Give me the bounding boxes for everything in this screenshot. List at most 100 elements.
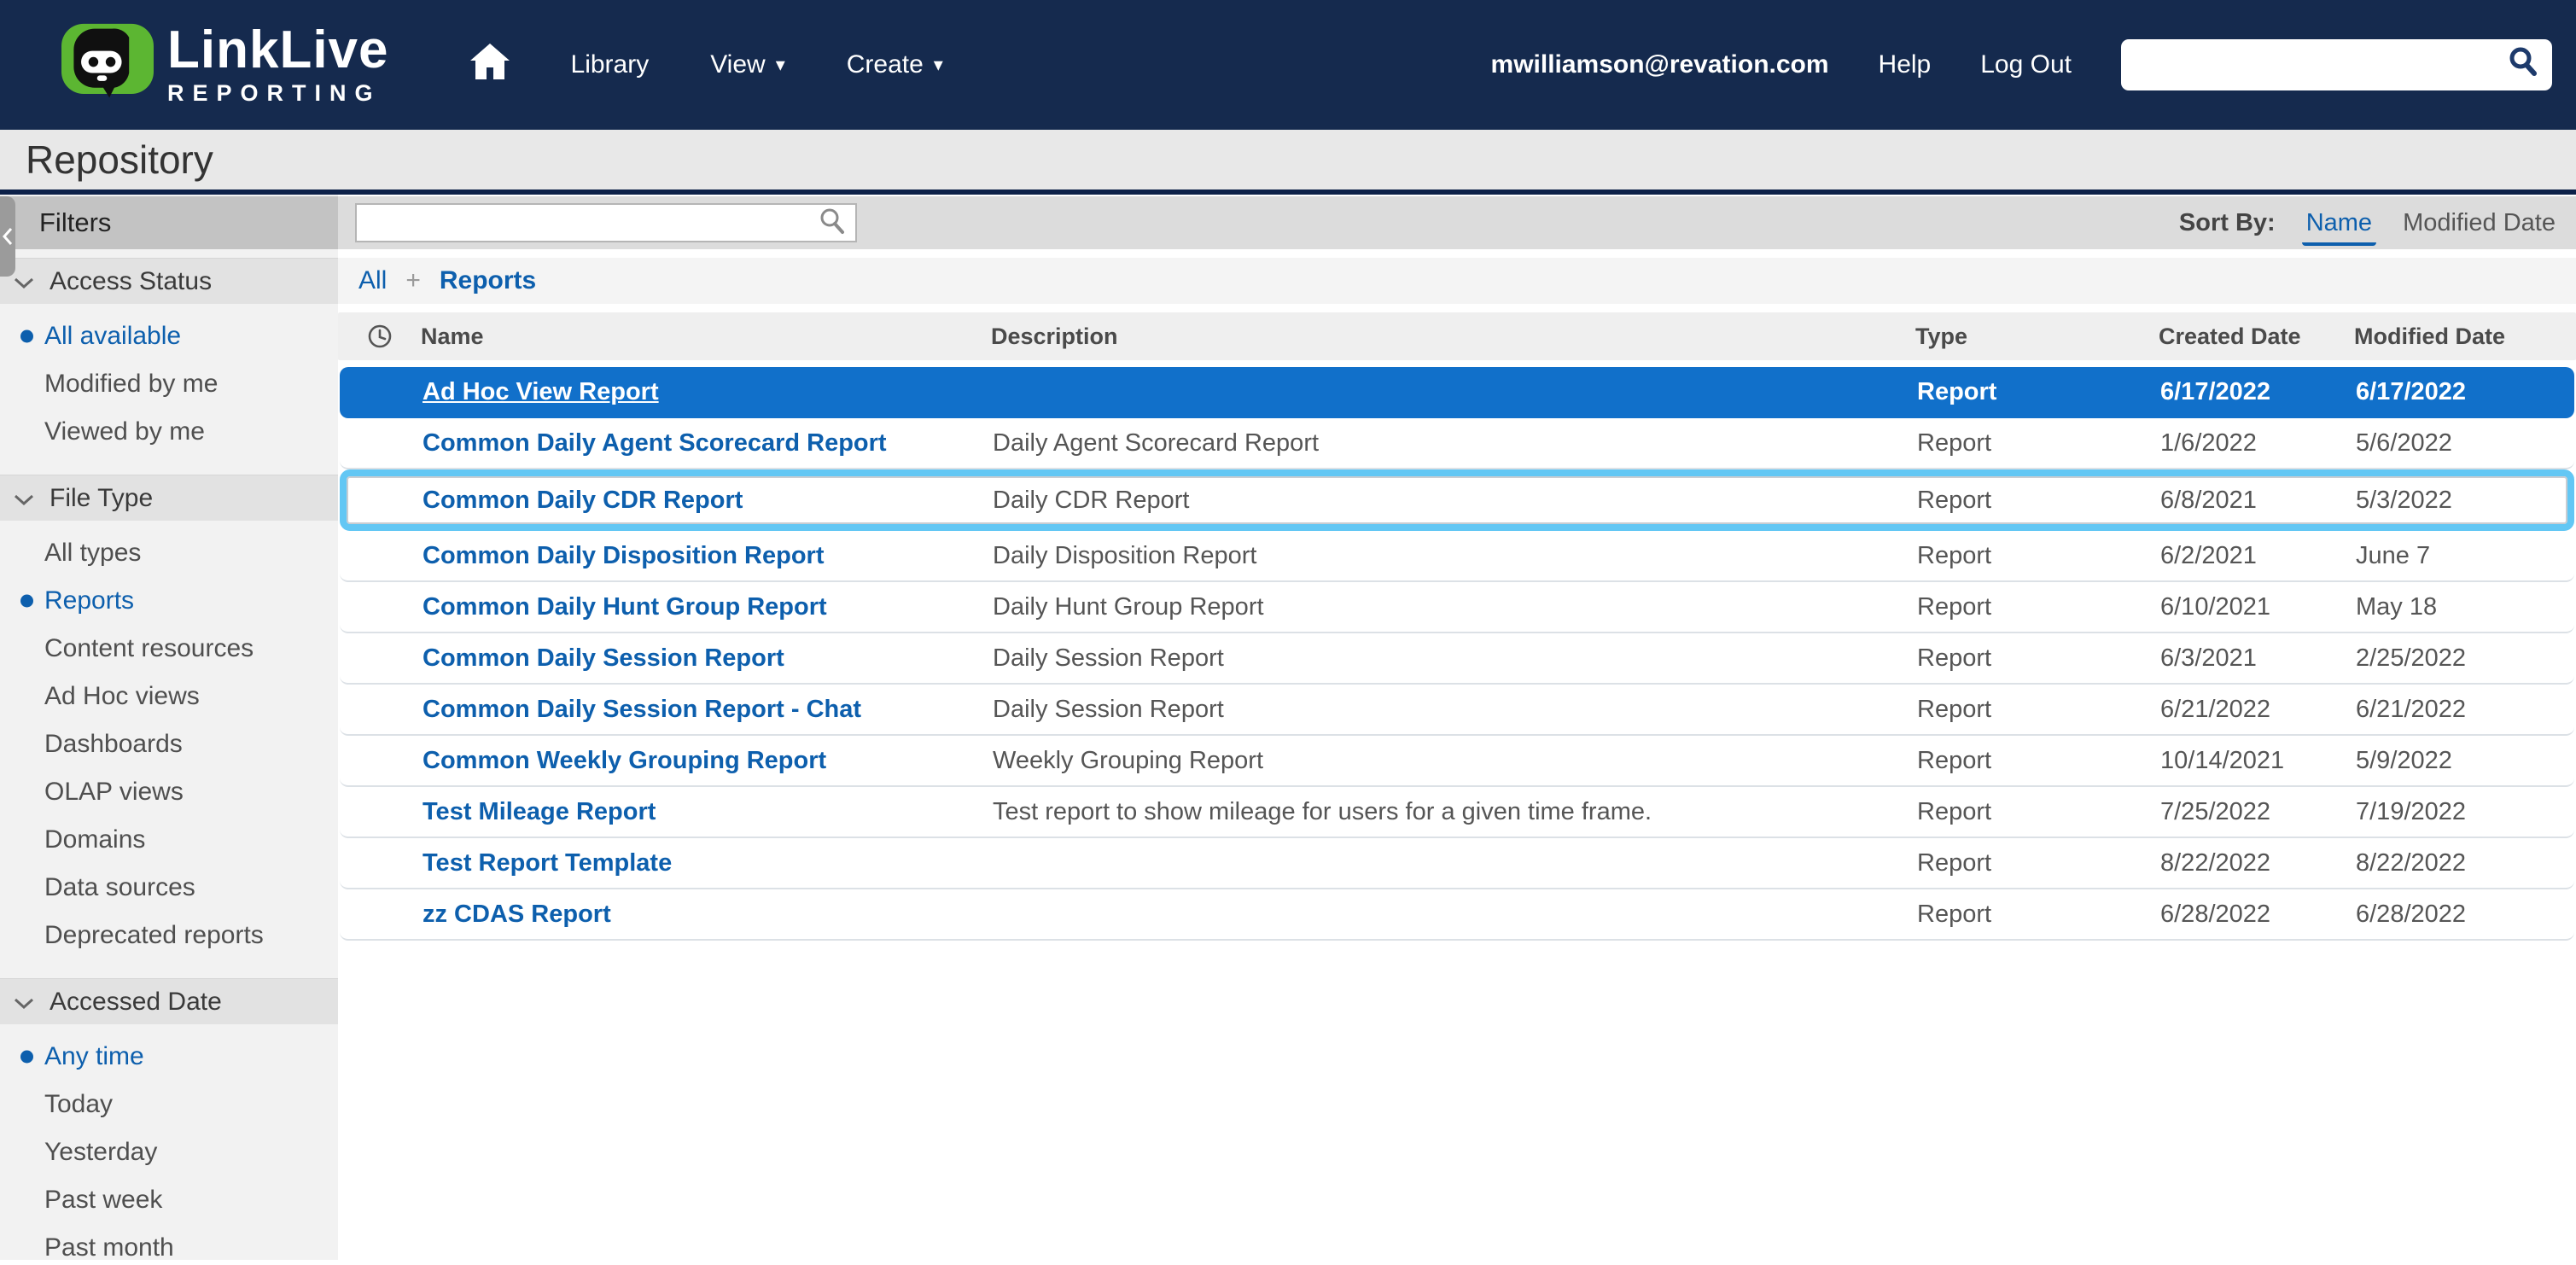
page-title: Repository: [26, 137, 213, 183]
sort-control: Sort By: Name Modified Date: [2179, 209, 2556, 237]
report-name-link[interactable]: Test Report Template: [423, 849, 993, 877]
sidebar-filter-item[interactable]: Deprecated reports: [0, 912, 338, 959]
report-modified-date: 6/28/2022: [2356, 901, 2574, 929]
report-type: Report: [1917, 429, 2160, 458]
file-type-items: All types Reports Content resources Ad H…: [0, 521, 338, 970]
page-title-band: Repository: [0, 130, 2576, 195]
report-type: Report: [1917, 487, 2160, 515]
report-name-link[interactable]: Test Mileage Report: [423, 798, 993, 826]
report-name-link[interactable]: Common Daily Hunt Group Report: [423, 593, 993, 621]
sort-by-label: Sort By:: [2179, 209, 2276, 237]
table-row[interactable]: Common Daily Hunt Group Report Daily Hun…: [340, 582, 2574, 633]
table-row[interactable]: Common Daily Agent Scorecard Report Dail…: [340, 418, 2574, 469]
repository-main: Sort By: Name Modified Date All + Report…: [338, 195, 2576, 1260]
help-link[interactable]: Help: [1879, 50, 1932, 79]
top-navbar: LinkLive REPORTING Library View ▾ Create…: [0, 0, 2576, 130]
report-created-date: 6/2/2021: [2160, 542, 2356, 570]
table-row[interactable]: Common Daily CDR Report Daily CDR Report…: [340, 469, 2574, 531]
report-modified-date: June 7: [2356, 542, 2574, 570]
report-name-link[interactable]: zz CDAS Report: [423, 901, 993, 929]
report-type: Report: [1917, 378, 2160, 406]
table-row[interactable]: Common Daily Disposition Report Daily Di…: [340, 531, 2574, 582]
report-created-date: 6/17/2022: [2160, 378, 2356, 406]
report-name-link[interactable]: Ad Hoc View Report: [423, 378, 993, 406]
report-created-date: 6/28/2022: [2160, 901, 2356, 929]
sort-option-name[interactable]: Name: [2306, 209, 2372, 237]
sidebar-filter-item[interactable]: Modified by me: [0, 360, 338, 408]
sidebar-collapse-handle[interactable]: [0, 196, 15, 277]
table-row[interactable]: Common Daily Session Report - Chat Daily…: [340, 685, 2574, 736]
repository-search-input[interactable]: [367, 210, 818, 236]
global-search-input[interactable]: [2135, 51, 2506, 79]
sidebar-filter-item[interactable]: Reports: [0, 577, 338, 625]
sidebar-filter-item[interactable]: Dashboards: [0, 720, 338, 768]
sidebar-filter-item[interactable]: Content resources: [0, 625, 338, 673]
table-row[interactable]: Test Report Template Report 8/22/2022 8/…: [340, 838, 2574, 889]
linklive-logo-icon: [61, 19, 154, 112]
sidebar-filter-item[interactable]: Any time: [0, 1033, 338, 1081]
nav-view-menu[interactable]: View ▾: [710, 50, 785, 79]
repository-search-box: [355, 203, 857, 242]
sidebar-filter-item[interactable]: Data sources: [0, 864, 338, 912]
filters-panel-title: Filters: [0, 196, 338, 249]
report-type: Report: [1917, 696, 2160, 724]
sidebar-filter-item[interactable]: Viewed by me: [0, 408, 338, 456]
section-accessed-date[interactable]: Accessed Date: [0, 978, 338, 1024]
report-description: Daily Disposition Report: [993, 542, 1917, 570]
sidebar-filter-item[interactable]: Domains: [0, 816, 338, 864]
report-created-date: 8/22/2022: [2160, 849, 2356, 877]
scheduled-clock-icon: [338, 324, 421, 349]
table-row[interactable]: Common Daily Session Report Daily Sessio…: [340, 633, 2574, 685]
caret-down-icon: ▾: [776, 55, 785, 74]
nav-create-menu[interactable]: Create ▾: [847, 50, 943, 79]
table-row[interactable]: Common Weekly Grouping Report Weekly Gro…: [340, 736, 2574, 787]
global-search-box: [2121, 39, 2552, 90]
sidebar-filter-item[interactable]: Past month: [0, 1224, 338, 1265]
report-name-link[interactable]: Common Daily Session Report - Chat: [423, 696, 993, 724]
report-type: Report: [1917, 849, 2160, 877]
home-icon: [470, 44, 510, 86]
report-created-date: 10/14/2021: [2160, 747, 2356, 775]
section-file-type[interactable]: File Type: [0, 475, 338, 521]
column-header-created-date: Created Date: [2159, 324, 2354, 350]
report-description: Weekly Grouping Report: [993, 747, 1917, 775]
report-name-link[interactable]: Common Daily CDR Report: [423, 487, 993, 515]
report-name-link[interactable]: Common Daily Session Report: [423, 644, 993, 673]
column-header-modified-date: Modified Date: [2354, 324, 2576, 350]
report-name-link[interactable]: Common Daily Agent Scorecard Report: [423, 429, 993, 458]
sidebar-filter-item[interactable]: Yesterday: [0, 1128, 338, 1176]
sidebar-filter-item[interactable]: All available: [0, 312, 338, 360]
table-row[interactable]: zz CDAS Report Report 6/28/2022 6/28/202…: [340, 889, 2574, 941]
breadcrumb-all[interactable]: All: [358, 266, 387, 295]
chevron-down-icon: [14, 267, 34, 296]
report-description: Daily Session Report: [993, 696, 1917, 724]
home-button[interactable]: [470, 44, 510, 86]
sidebar-filter-item[interactable]: Today: [0, 1081, 338, 1128]
report-type: Report: [1917, 901, 2160, 929]
report-name-link[interactable]: Common Daily Disposition Report: [423, 542, 993, 570]
repository-toolbar: Sort By: Name Modified Date: [338, 196, 2576, 249]
table-row[interactable]: Ad Hoc View Report Report 6/17/2022 6/17…: [340, 367, 2574, 418]
report-type: Report: [1917, 593, 2160, 621]
report-description: Daily Session Report: [993, 644, 1917, 673]
sidebar-filter-item[interactable]: Ad Hoc views: [0, 673, 338, 720]
sidebar-filter-item[interactable]: All types: [0, 529, 338, 577]
report-created-date: 6/8/2021: [2160, 487, 2356, 515]
sidebar-filter-item[interactable]: Past week: [0, 1176, 338, 1224]
nav-library[interactable]: Library: [571, 50, 650, 79]
report-description: Daily CDR Report: [993, 487, 1917, 515]
column-header-name: Name: [421, 324, 991, 350]
search-icon[interactable]: [2506, 44, 2540, 85]
sidebar-filter-item[interactable]: OLAP views: [0, 768, 338, 816]
brand-logo[interactable]: LinkLive REPORTING: [61, 19, 389, 112]
sort-option-modified-date[interactable]: Modified Date: [2403, 209, 2556, 237]
table-row[interactable]: Test Mileage Report Test report to show …: [340, 787, 2574, 838]
report-type: Report: [1917, 644, 2160, 673]
search-icon[interactable]: [818, 207, 847, 240]
user-email: mwilliamson@revation.com: [1491, 50, 1829, 79]
section-access-status[interactable]: Access Status: [0, 258, 338, 304]
breadcrumb-reports[interactable]: Reports: [440, 266, 536, 295]
report-type: Report: [1917, 542, 2160, 570]
report-name-link[interactable]: Common Weekly Grouping Report: [423, 747, 993, 775]
logout-link[interactable]: Log Out: [1980, 50, 2072, 79]
